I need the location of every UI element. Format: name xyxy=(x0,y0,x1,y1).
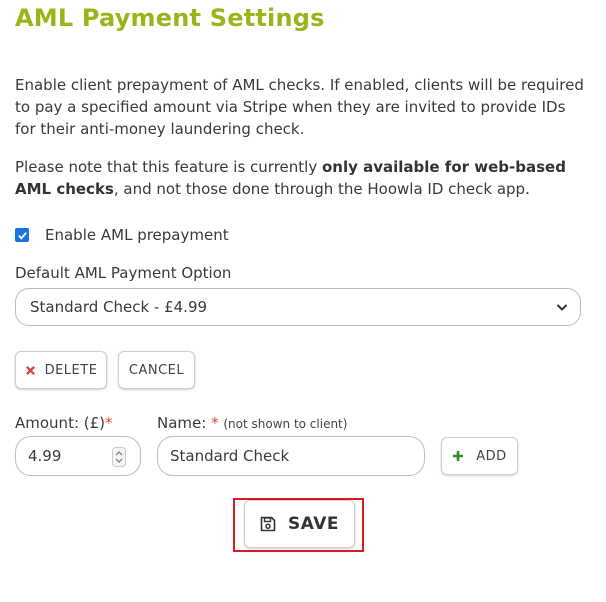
description-text: Enable client prepayment of AML checks. … xyxy=(15,76,584,138)
delete-label: DELETE xyxy=(44,362,98,378)
prepayment-row: Enable AML prepayment xyxy=(15,226,229,244)
delete-button[interactable]: DELETE xyxy=(15,351,107,389)
cancel-label: CANCEL xyxy=(128,362,185,378)
save-label: SAVE xyxy=(287,514,340,534)
chevron-down-icon xyxy=(556,304,568,311)
name-required-mark: * xyxy=(211,414,219,432)
note-prefix: Please note that this feature is current… xyxy=(15,158,322,176)
name-input[interactable]: Standard Check xyxy=(157,436,425,476)
cancel-button[interactable]: CANCEL xyxy=(118,351,195,389)
add-button[interactable]: ADD xyxy=(441,437,518,475)
name-value: Standard Check xyxy=(170,447,290,465)
name-hint: (not shown to client) xyxy=(223,417,348,431)
page-title: AML Payment Settings xyxy=(15,4,325,32)
name-label-text: Name: xyxy=(157,414,212,432)
save-button[interactable]: SAVE xyxy=(244,500,355,548)
add-label: ADD xyxy=(476,448,507,464)
plus-icon xyxy=(453,451,464,461)
prepayment-label: Enable AML prepayment xyxy=(45,226,229,244)
prepayment-checkbox[interactable] xyxy=(15,228,29,242)
note-suffix: , and not those done through the Hoowla … xyxy=(113,180,530,198)
close-icon xyxy=(25,365,35,375)
amount-label-text: Amount: (£) xyxy=(15,414,106,432)
note-text: Please note that this feature is current… xyxy=(15,156,590,200)
spinner-icon[interactable] xyxy=(112,447,126,467)
amount-required-mark: * xyxy=(105,414,113,432)
name-label: Name: * (not shown to client) xyxy=(157,414,347,432)
payment-option-value: Standard Check - £4.99 xyxy=(30,298,208,316)
checkmark-icon xyxy=(17,231,27,240)
amount-input[interactable]: 4.99 xyxy=(15,436,141,476)
amount-value: 4.99 xyxy=(28,447,62,465)
floppy-disk-icon xyxy=(260,516,276,532)
payment-option-select[interactable]: Standard Check - £4.99 xyxy=(15,288,581,326)
payment-option-label: Default AML Payment Option xyxy=(15,264,232,282)
amount-label: Amount: (£)* xyxy=(15,414,113,432)
